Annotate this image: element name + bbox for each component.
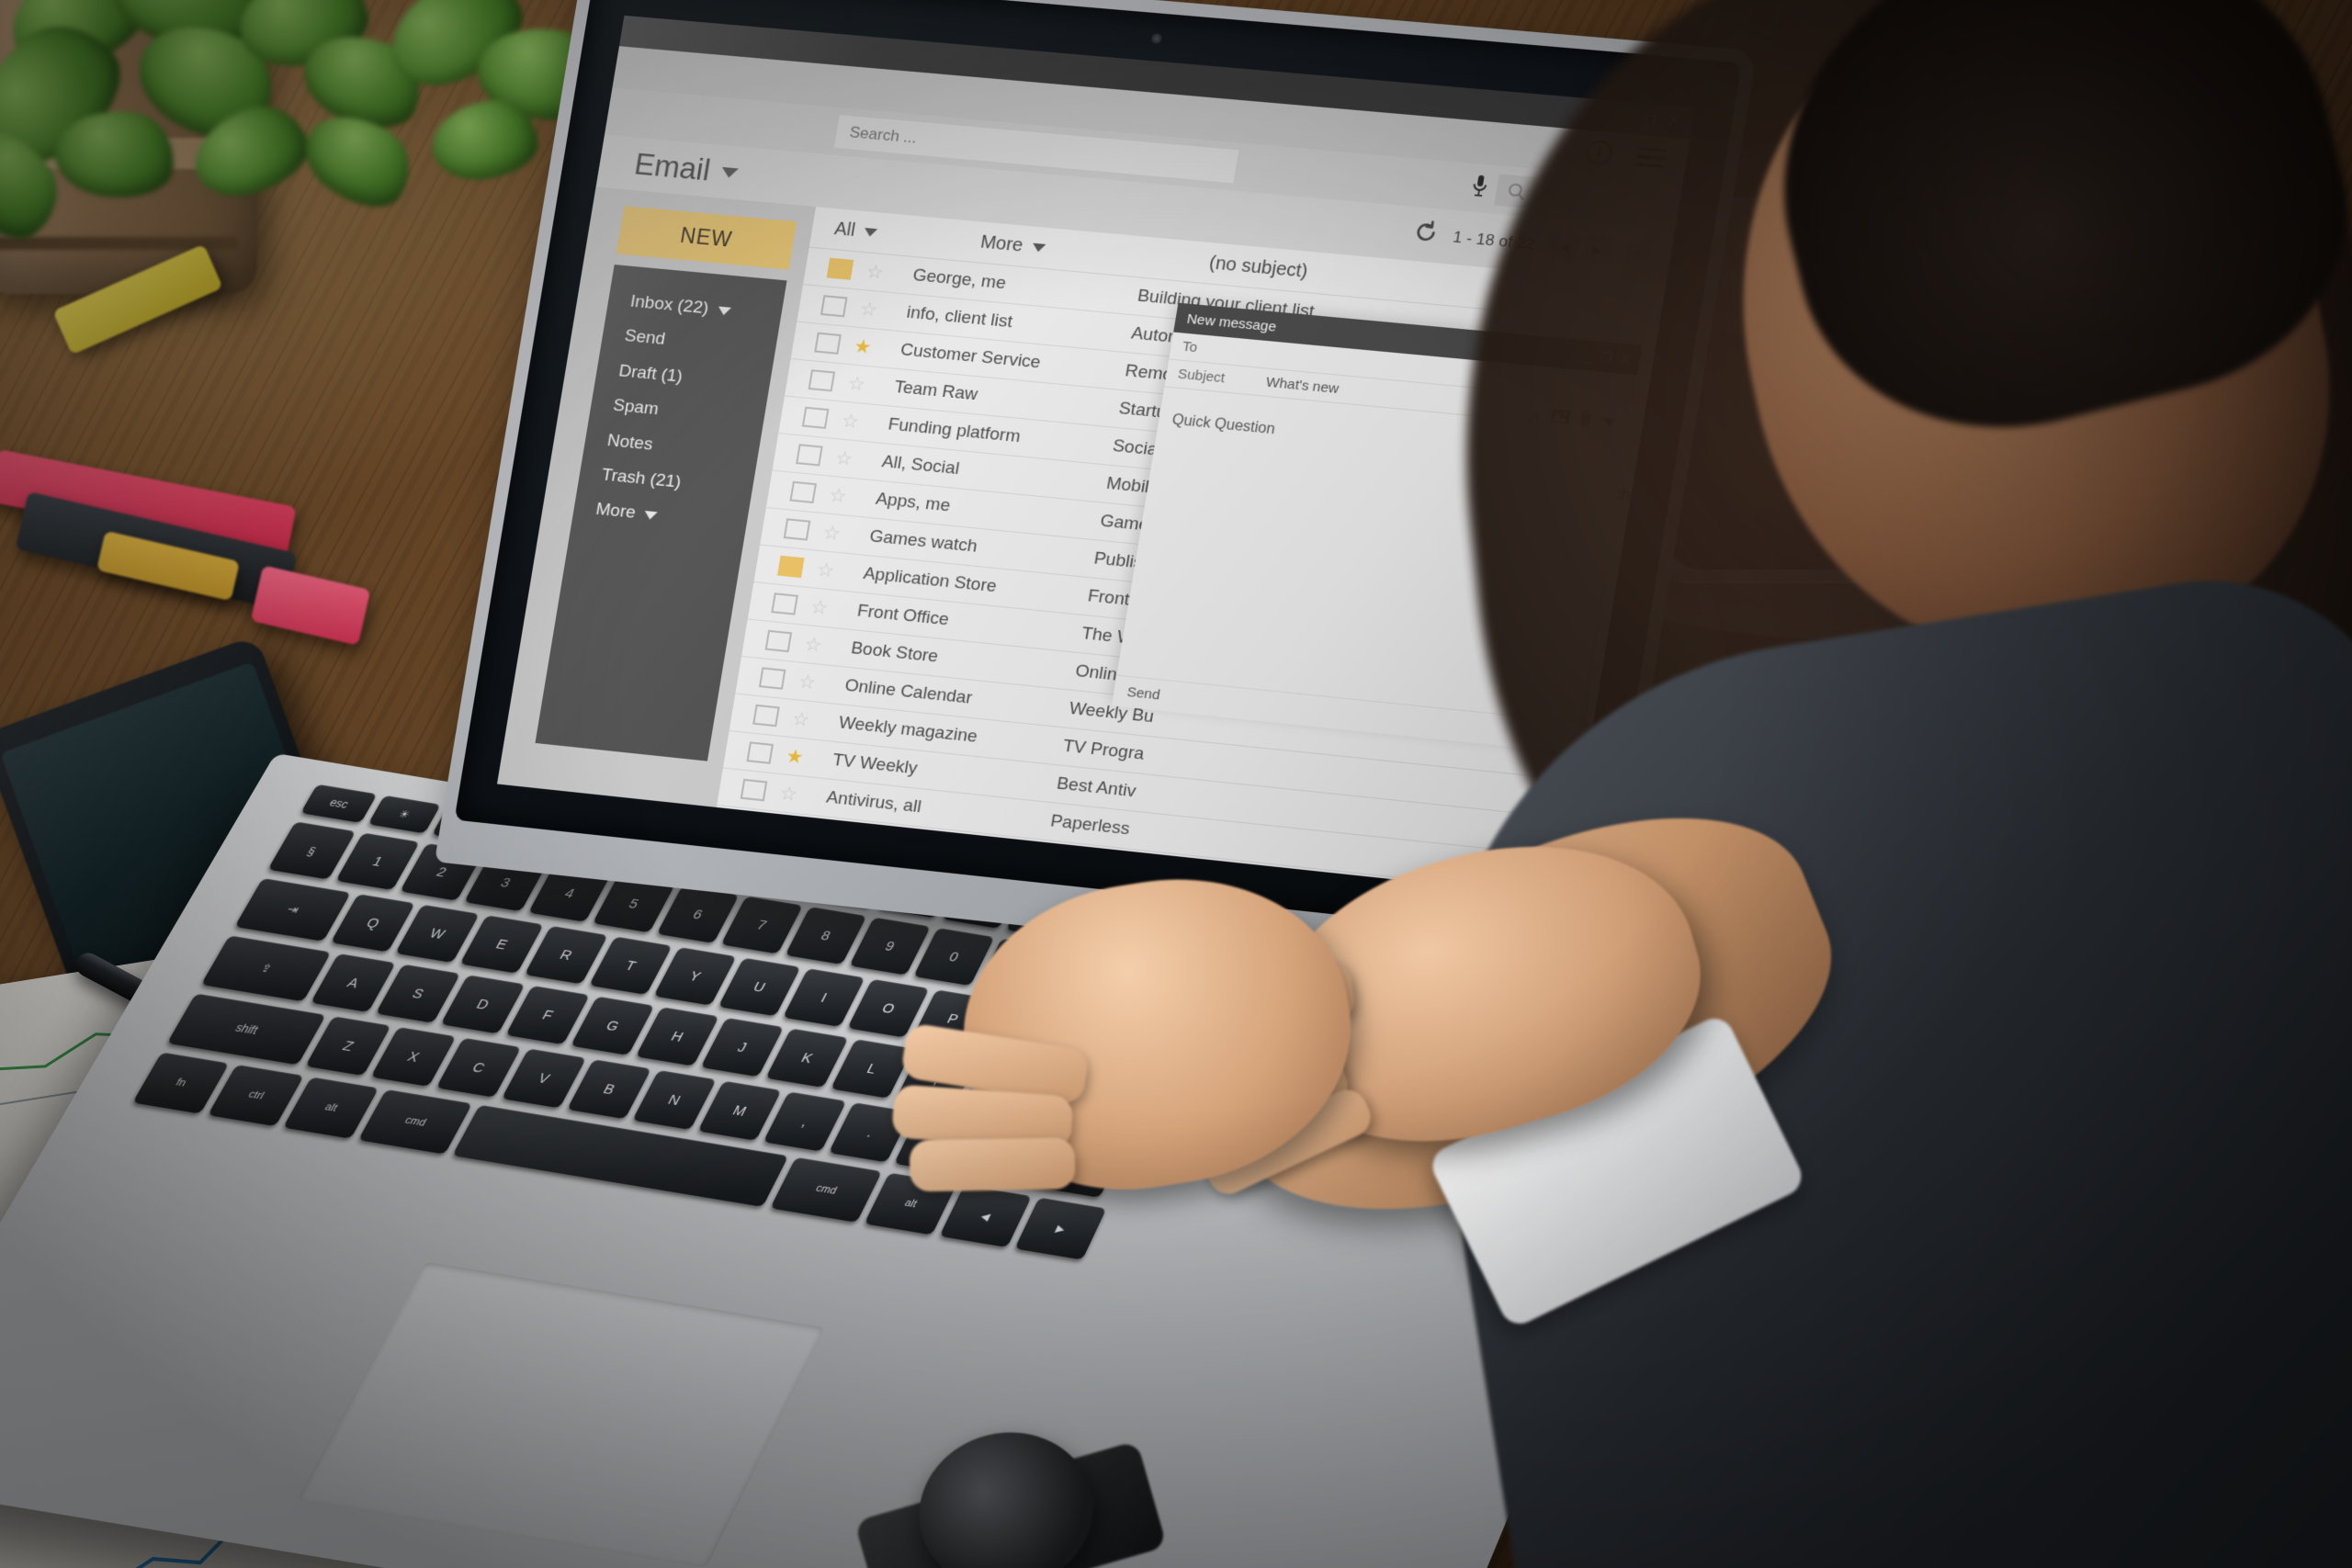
row-checkbox[interactable] <box>783 518 811 541</box>
row-checkbox[interactable] <box>826 257 854 280</box>
row-checkbox[interactable] <box>752 704 780 728</box>
star-icon[interactable]: ★ <box>767 818 798 844</box>
star-icon[interactable]: ☆ <box>797 632 829 658</box>
star-icon[interactable]: ☆ <box>754 893 786 897</box>
star-icon[interactable]: ☆ <box>786 706 817 732</box>
compose-subject-label: Subject <box>1176 366 1227 387</box>
chevron-down-icon[interactable] <box>863 227 878 237</box>
row-checkbox[interactable] <box>764 629 793 653</box>
compose-body-text: Quick Question <box>1170 412 1276 438</box>
star-icon[interactable]: ☆ <box>792 670 823 695</box>
first-subject-label: (no subject) <box>1207 252 1310 282</box>
row-checkbox[interactable] <box>728 852 755 876</box>
refresh-icon[interactable] <box>1410 219 1440 252</box>
sidebar-item-label: More <box>594 500 638 524</box>
new-message-button[interactable]: NEW <box>616 206 797 270</box>
sidebar-item-label: Send <box>623 326 667 350</box>
row-checkbox[interactable] <box>820 295 848 318</box>
star-icon[interactable]: ☆ <box>773 781 804 807</box>
trackpad[interactable] <box>297 1261 825 1568</box>
row-checkbox[interactable] <box>789 480 817 504</box>
row-checkbox[interactable] <box>776 555 805 579</box>
star-icon[interactable]: ☆ <box>761 855 792 881</box>
star-icon[interactable]: ☆ <box>829 446 860 471</box>
chevron-down-icon[interactable] <box>719 166 739 178</box>
row-checkbox[interactable] <box>814 332 842 355</box>
star-icon[interactable]: ☆ <box>810 558 842 583</box>
star-icon[interactable]: ☆ <box>859 259 890 285</box>
star-icon[interactable]: ☆ <box>841 371 872 397</box>
microphone-icon[interactable] <box>1470 174 1490 203</box>
row-checkbox[interactable] <box>758 667 786 690</box>
desk-scene: esc ☀ ☼ ⊞ ⌕ ◧ ◐ ◀◀ ▶ ▶▶ 🔇 🔉 🔊 ⏏ § 1 2 3 … <box>0 0 2352 1568</box>
row-checkbox[interactable] <box>808 369 836 392</box>
row-checkbox[interactable] <box>771 592 798 615</box>
sidebar-item-label: Notes <box>605 430 655 455</box>
row-checkbox[interactable] <box>740 778 768 802</box>
compose-to-label: To <box>1181 338 1199 356</box>
sidebar-item-label: Draft (1) <box>617 361 684 387</box>
chevron-down-icon[interactable] <box>1031 243 1046 253</box>
star-icon[interactable]: ☆ <box>835 409 866 434</box>
row-sender: Account manager <box>812 862 954 897</box>
more-label: More <box>978 231 1025 256</box>
star-icon[interactable]: ☆ <box>854 297 885 322</box>
chevron-down-icon[interactable] <box>717 306 731 316</box>
star-icon[interactable]: ☆ <box>822 483 854 509</box>
webcam <box>1149 32 1162 44</box>
row-checkbox[interactable] <box>746 741 774 764</box>
compose-title-label: New message <box>1185 310 1278 335</box>
row-sender: Hotel Suite <box>782 897 1016 898</box>
row-checkbox[interactable] <box>796 444 823 467</box>
select-all-control[interactable]: All <box>833 219 879 243</box>
star-icon[interactable]: ★ <box>779 744 810 770</box>
star-icon[interactable]: ★ <box>847 334 878 360</box>
chevron-down-icon[interactable] <box>643 510 659 521</box>
select-all-label: All <box>832 218 857 241</box>
send-button[interactable]: Send <box>1125 684 1160 704</box>
app-title: Email <box>631 146 713 187</box>
star-icon[interactable]: ☆ <box>816 520 847 546</box>
star-icon[interactable]: ☆ <box>804 594 835 620</box>
row-checkbox[interactable] <box>733 816 762 839</box>
row-checkbox[interactable] <box>801 406 830 429</box>
sidebar-item-label: Spam <box>611 395 661 420</box>
compose-subject-value: What's new <box>1264 374 1340 398</box>
more-actions-control[interactable]: More <box>978 231 1046 258</box>
